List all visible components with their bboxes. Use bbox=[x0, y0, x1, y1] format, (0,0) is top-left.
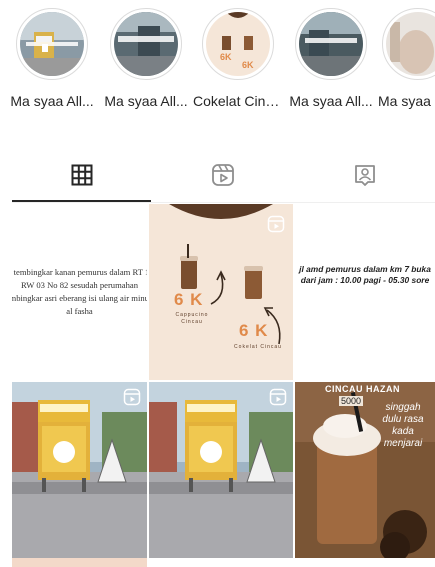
highlight-thumbnail bbox=[114, 12, 178, 76]
tab-tagged[interactable] bbox=[295, 152, 435, 202]
highlight-1[interactable]: Ma syaa All... bbox=[7, 8, 97, 109]
post-cart-photo-2[interactable] bbox=[149, 382, 293, 558]
highlight-label: Ma syaa bbox=[378, 93, 431, 109]
price-cokelat: 6 K bbox=[239, 321, 269, 340]
story-highlights: Ma syaa All... Ma syaa All... 6K 6K Coke… bbox=[0, 0, 435, 130]
highlight-thumbnail: 6K 6K bbox=[206, 12, 270, 76]
tab-reels[interactable] bbox=[153, 152, 293, 202]
label-cokelat: Cokelat Cincau bbox=[234, 344, 282, 350]
post-cart-photo-1[interactable] bbox=[12, 382, 147, 558]
highlight-label: Ma syaa All... bbox=[289, 93, 373, 109]
highlight-label: Ma syaa All... bbox=[104, 93, 188, 109]
highlight-ring bbox=[16, 8, 88, 80]
svg-text:6K: 6K bbox=[242, 60, 254, 70]
highlight-ring: 6K 6K bbox=[202, 8, 274, 80]
tab-divider bbox=[12, 202, 435, 203]
highlight-ring bbox=[295, 8, 367, 80]
reels-icon bbox=[211, 163, 235, 192]
reel-badge-icon bbox=[267, 215, 285, 238]
highlight-4[interactable]: Ma syaa All... bbox=[286, 8, 376, 109]
post-opening-hours[interactable]: jl amd pemurus dalam km 7 buka dari jam … bbox=[295, 204, 435, 380]
post-price-menu[interactable]: 6 K Cappucino Cincau 6 K Cokelat Cincau bbox=[149, 204, 293, 380]
highlight-3[interactable]: 6K 6K Cokelat Cinc... bbox=[193, 8, 283, 109]
highlight-thumbnail bbox=[20, 12, 84, 76]
highlight-thumbnail bbox=[299, 12, 363, 76]
profile-tabs bbox=[12, 152, 435, 204]
post-hours-text: jl amd pemurus dalam km 7 buka dari jam … bbox=[299, 264, 431, 285]
highlight-label: Ma syaa All... bbox=[10, 93, 94, 109]
highlight-2[interactable]: Ma syaa All... bbox=[101, 8, 191, 109]
promo-tagline: singgah dulu rasa kada menjarai bbox=[382, 402, 424, 449]
promo-banner-text: CINCAU HAZAN bbox=[325, 384, 400, 394]
tagged-icon bbox=[353, 163, 377, 192]
label-cappucino: Cappucino Cincau bbox=[175, 312, 209, 325]
tab-grid[interactable] bbox=[12, 152, 152, 202]
svg-text:6K: 6K bbox=[220, 52, 232, 62]
reel-badge-icon bbox=[123, 388, 141, 411]
price-cappucino: 6 K bbox=[174, 290, 204, 309]
highlight-ring bbox=[382, 8, 435, 80]
grid-icon bbox=[71, 164, 93, 191]
highlight-label: Cokelat Cinc... bbox=[193, 93, 283, 109]
post-drink-promo[interactable]: CINCAU HAZAN 5000 singgah dulu rasa kada… bbox=[295, 382, 435, 558]
reel-badge-icon bbox=[269, 388, 287, 411]
post-address-text: Jl tembingkar kanan pemurus dalam RT 11 … bbox=[12, 267, 147, 316]
highlight-5[interactable]: Ma syaa bbox=[378, 8, 435, 109]
promo-price: 5000 bbox=[339, 396, 364, 406]
post-address[interactable]: Jl tembingkar kanan pemurus dalam RT 11 … bbox=[12, 204, 147, 380]
highlight-thumbnail bbox=[386, 12, 435, 76]
next-post-preview bbox=[12, 558, 147, 567]
highlight-ring bbox=[110, 8, 182, 80]
